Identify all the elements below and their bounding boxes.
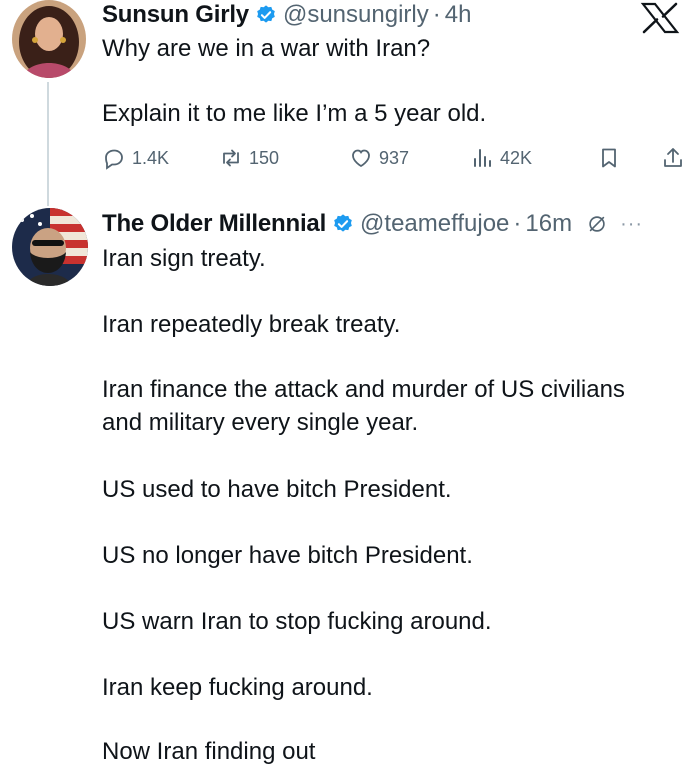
avatar[interactable] [12, 208, 88, 286]
views-button[interactable]: 42K [470, 143, 532, 173]
reply-count: 1.4K [132, 147, 170, 168]
verified-badge-icon [257, 5, 275, 23]
tweet2-text-line-4: and military every single year. [102, 409, 419, 436]
bookmark-button[interactable] [597, 143, 621, 173]
tweet2-text-line-1: Iran sign treaty. [102, 245, 266, 272]
author-handle[interactable]: @teameffujoe [360, 209, 509, 239]
share-icon [664, 148, 682, 167]
tweet1-text-line-1: Why are we in a war with Iran? [102, 35, 431, 62]
repost-button[interactable]: 150 [219, 143, 279, 173]
tweet2-text-line-5: US used to have bitch President. [102, 476, 452, 503]
like-count: 937 [379, 147, 410, 168]
views-icon [474, 149, 491, 167]
more-icon[interactable]: ··· [620, 209, 643, 239]
like-button[interactable]: 937 [349, 143, 409, 173]
tweet1-header: Sunsun Girly @sunsungirly · 4h [102, 0, 471, 30]
reply-button[interactable]: 1.4K [102, 143, 169, 173]
repost-count: 150 [249, 147, 280, 168]
verified-badge-icon [334, 214, 352, 232]
avatar[interactable] [12, 0, 86, 78]
x-logo-icon[interactable] [640, 2, 680, 34]
muted-icon [589, 216, 605, 232]
thread-connector [47, 82, 49, 206]
timestamp[interactable]: 4h [445, 0, 472, 30]
separator: · [432, 1, 441, 28]
tweet1-actions: 1.4K 150 937 42K [102, 143, 692, 173]
timestamp[interactable]: 16m [525, 209, 572, 239]
view-count: 42K [500, 147, 533, 168]
tweet2-text-line-7: US warn Iran to stop fucking around. [102, 608, 492, 635]
tweet1-text-line-2: Explain it to me like I’m a 5 year old. [102, 100, 487, 127]
share-button[interactable] [661, 143, 685, 173]
repost-icon [223, 149, 239, 167]
like-icon [352, 149, 370, 168]
author-handle[interactable]: @sunsungirly [283, 0, 429, 30]
tweet2-header: The Older Millennial @teameffujoe · 16m … [102, 209, 643, 239]
reply-icon [105, 149, 123, 170]
tweet2-text-line-6: US no longer have bitch President. [102, 542, 473, 569]
tweet2-text-line-8: Iran keep fucking around. [102, 674, 373, 701]
author-name[interactable]: The Older Millennial [102, 209, 326, 239]
separator: · [513, 210, 522, 237]
bookmark-icon [602, 148, 616, 168]
author-name[interactable]: Sunsun Girly [102, 0, 249, 30]
tweet2-text-line-3: Iran finance the attack and murder of US… [102, 376, 625, 403]
tweet2-text-line-9: Now Iran finding out [102, 738, 316, 765]
tweet2-text-line-2: Iran repeatedly break treaty. [102, 311, 401, 338]
